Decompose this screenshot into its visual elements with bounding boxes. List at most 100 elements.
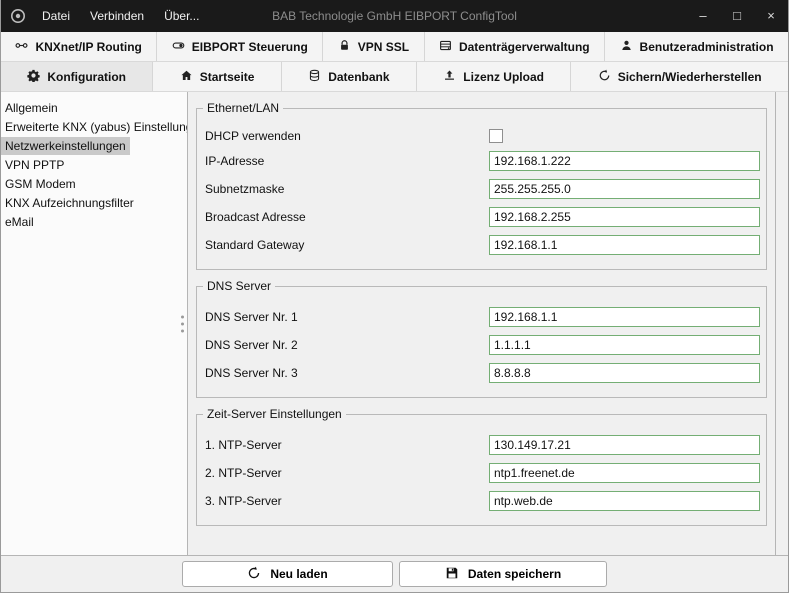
tab-label: Startseite — [200, 70, 255, 84]
bab-logo-icon — [10, 8, 26, 24]
sidebar-item-allgemein[interactable]: Allgemein — [1, 99, 62, 117]
field-label: 2. NTP-Server — [205, 466, 489, 480]
ntp2-input[interactable] — [489, 463, 760, 483]
tab-label: KNXnet/IP Routing — [35, 40, 141, 54]
dns1-input[interactable] — [489, 307, 760, 327]
tab-row-1: KNXnet/IP Routing EIBPORT Steuerung VPN … — [1, 32, 788, 62]
group-dns-server: DNS Server DNS Server Nr. 1 DNS Server N… — [196, 286, 767, 398]
app-window: Datei Verbinden Über... BAB Technologie … — [0, 0, 789, 593]
tab-konfiguration[interactable]: Konfiguration — [1, 62, 153, 91]
field-row: Subnetzmaske — [205, 179, 760, 199]
field-label: DNS Server Nr. 1 — [205, 310, 489, 324]
upload-icon — [443, 69, 456, 85]
toggle-icon — [172, 39, 185, 55]
tab-label: Benutzeradministration — [640, 40, 774, 54]
routing-icon — [15, 39, 28, 55]
save-button[interactable]: Daten speichern — [399, 561, 607, 587]
user-icon — [620, 39, 633, 55]
storage-icon — [439, 39, 452, 55]
tab-vpn-ssl[interactable]: VPN SSL — [323, 32, 424, 61]
lock-icon — [338, 39, 351, 55]
field-label: Subnetzmaske — [205, 182, 489, 196]
tab-eibport-steuerung[interactable]: EIBPORT Steuerung — [157, 32, 323, 61]
subnet-mask-input[interactable] — [489, 179, 760, 199]
group-title: Zeit-Server Einstellungen — [203, 407, 346, 421]
tab-lizenz-upload[interactable]: Lizenz Upload — [417, 62, 571, 91]
sidebar-item-email[interactable]: eMail — [1, 213, 38, 231]
menu-datei[interactable]: Datei — [32, 0, 80, 32]
tab-label: Datenbank — [328, 70, 389, 84]
field-label: 3. NTP-Server — [205, 494, 489, 508]
dhcp-row: DHCP verwenden — [205, 129, 760, 143]
menu-verbinden[interactable]: Verbinden — [80, 0, 154, 32]
group-title: Ethernet/LAN — [203, 101, 283, 115]
tab-row-2: Konfiguration Startseite Datenbank Lizen… — [1, 62, 788, 92]
dhcp-checkbox[interactable] — [489, 129, 503, 143]
reload-button[interactable]: Neu laden — [182, 561, 393, 587]
window-controls: – □ × — [686, 0, 788, 32]
tab-label: EIBPORT Steuerung — [192, 40, 308, 54]
sidebar-item-vpn-pptp[interactable]: VPN PPTP — [1, 156, 68, 174]
group-title: DNS Server — [203, 279, 275, 293]
menu-ueber[interactable]: Über... — [154, 0, 209, 32]
footer: Neu laden Daten speichern — [1, 556, 788, 592]
titlebar: Datei Verbinden Über... BAB Technologie … — [1, 0, 788, 32]
sidebar-item-netzwerkeinstellungen[interactable]: Netzwerkeinstellungen — [1, 137, 130, 155]
restore-icon — [598, 69, 611, 85]
ntp3-input[interactable] — [489, 491, 760, 511]
maximize-button[interactable]: □ — [720, 0, 754, 32]
close-button[interactable]: × — [754, 0, 788, 32]
sidebar-splitter-handle[interactable] — [181, 313, 184, 334]
tab-label: VPN SSL — [358, 40, 409, 54]
field-row: DNS Server Nr. 1 — [205, 307, 760, 327]
dns2-input[interactable] — [489, 335, 760, 355]
broadcast-address-input[interactable] — [489, 207, 760, 227]
field-row: IP-Adresse — [205, 151, 760, 171]
tab-label: Sichern/Wiederherstellen — [618, 70, 762, 84]
field-row: Standard Gateway — [205, 235, 760, 255]
save-icon — [445, 566, 459, 583]
tab-label: Datenträgerverwaltung — [459, 40, 590, 54]
reload-button-label: Neu laden — [270, 567, 327, 581]
tab-datentraegerverwaltung[interactable]: Datenträgerverwaltung — [425, 32, 606, 61]
group-zeit-server: Zeit-Server Einstellungen 1. NTP-Server … — [196, 414, 767, 526]
gateway-input[interactable] — [489, 235, 760, 255]
tab-knxnet-ip-routing[interactable]: KNXnet/IP Routing — [1, 32, 157, 61]
tab-startseite[interactable]: Startseite — [153, 62, 281, 91]
field-row: 1. NTP-Server — [205, 435, 760, 455]
reload-icon — [247, 566, 261, 583]
field-row: 2. NTP-Server — [205, 463, 760, 483]
tab-sichern-wiederherstellen[interactable]: Sichern/Wiederherstellen — [571, 62, 788, 91]
tab-datenbank[interactable]: Datenbank — [282, 62, 417, 91]
sidebar-item-gsm-modem[interactable]: GSM Modem — [1, 175, 80, 193]
field-label: Standard Gateway — [205, 238, 489, 252]
sidebar-item-knx-aufzeichnungsfilter[interactable]: KNX Aufzeichnungsfilter — [1, 194, 138, 212]
ip-address-input[interactable] — [489, 151, 760, 171]
settings-panel: Ethernet/LAN DHCP verwenden IP-Adresse S… — [188, 92, 776, 555]
sidebar-item-erweiterte-knx[interactable]: Erweiterte KNX (yabus) Einstellungen — [1, 118, 187, 136]
database-icon — [308, 69, 321, 85]
dns3-input[interactable] — [489, 363, 760, 383]
ntp1-input[interactable] — [489, 435, 760, 455]
field-label: 1. NTP-Server — [205, 438, 489, 452]
field-label: Broadcast Adresse — [205, 210, 489, 224]
home-icon — [180, 69, 193, 85]
sidebar: Allgemein Erweiterte KNX (yabus) Einstel… — [1, 92, 188, 555]
field-label: DNS Server Nr. 3 — [205, 366, 489, 380]
menubar: Datei Verbinden Über... — [32, 0, 209, 32]
field-label: DNS Server Nr. 2 — [205, 338, 489, 352]
field-label: IP-Adresse — [205, 154, 489, 168]
field-row: DNS Server Nr. 2 — [205, 335, 760, 355]
gear-icon — [27, 69, 40, 85]
field-row: Broadcast Adresse — [205, 207, 760, 227]
tab-label: Lizenz Upload — [463, 70, 544, 84]
field-row: 3. NTP-Server — [205, 491, 760, 511]
field-row: DNS Server Nr. 3 — [205, 363, 760, 383]
content-area: Allgemein Erweiterte KNX (yabus) Einstel… — [1, 92, 788, 556]
field-label: DHCP verwenden — [205, 129, 489, 143]
minimize-button[interactable]: – — [686, 0, 720, 32]
save-button-label: Daten speichern — [468, 567, 561, 581]
tab-benutzeradministration[interactable]: Benutzeradministration — [605, 32, 788, 61]
group-ethernet-lan: Ethernet/LAN DHCP verwenden IP-Adresse S… — [196, 108, 767, 270]
tab-label: Konfiguration — [47, 70, 126, 84]
